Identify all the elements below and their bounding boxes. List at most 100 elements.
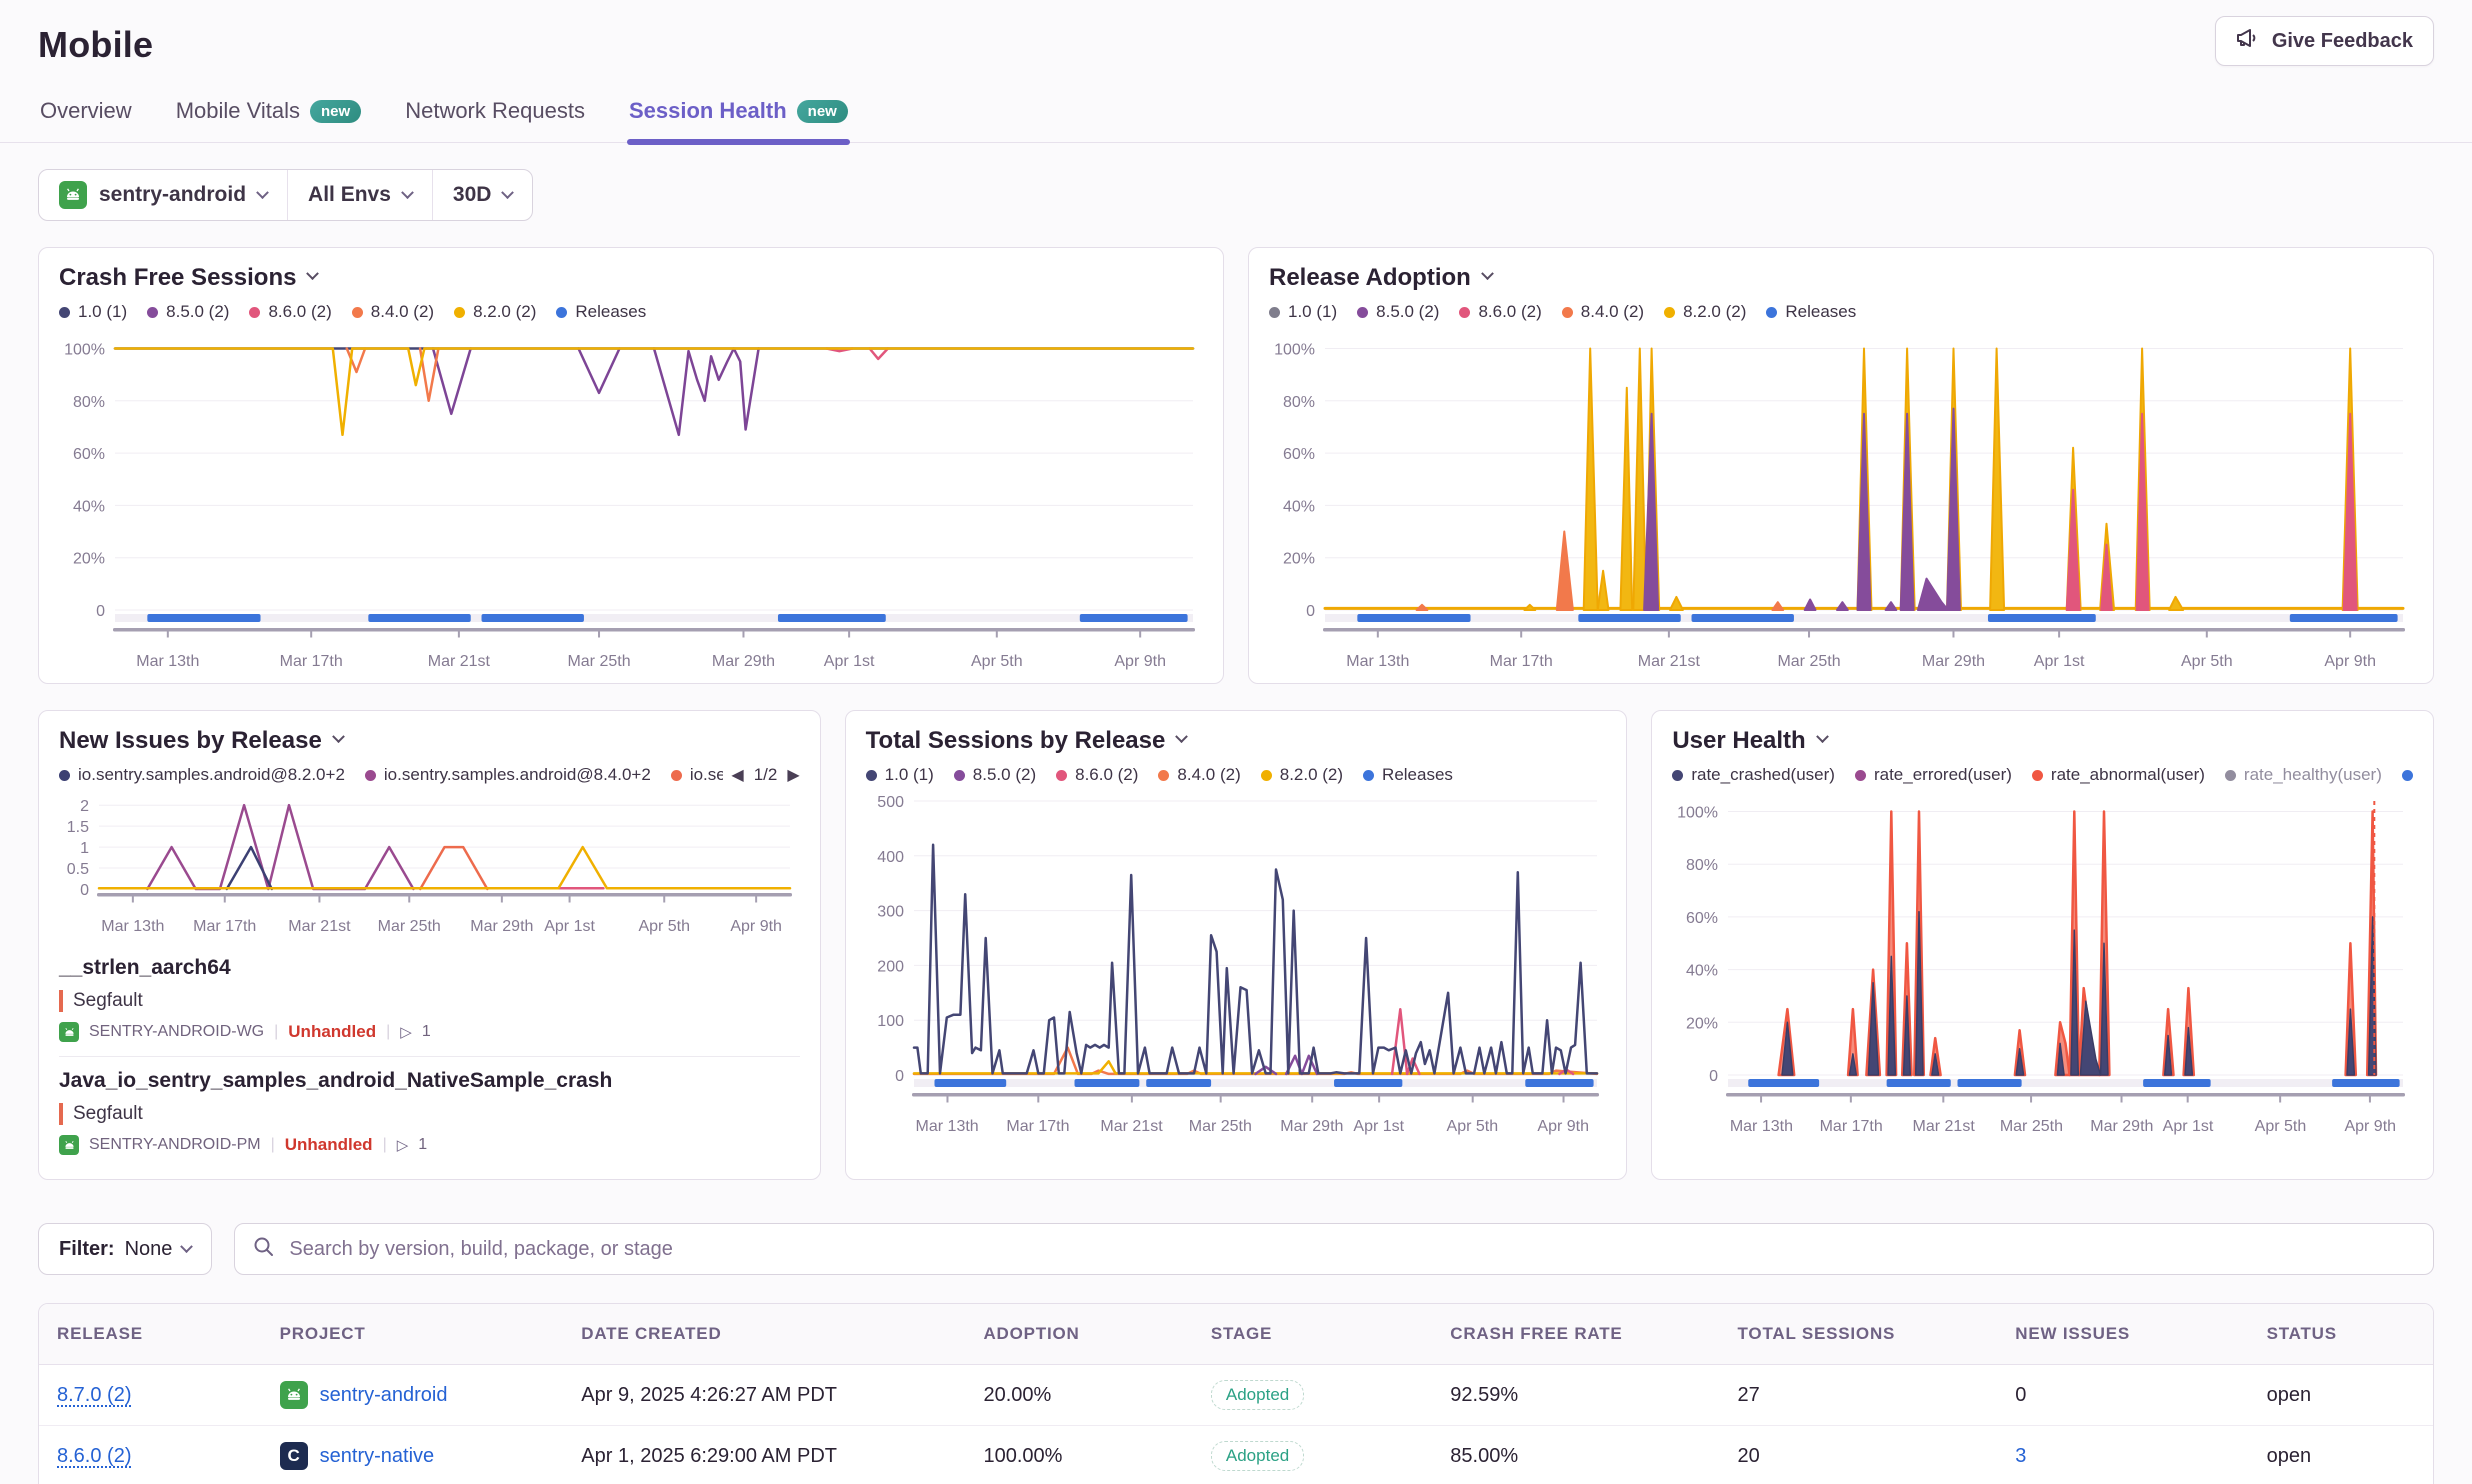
give-feedback-button[interactable]: Give Feedback [2215, 16, 2434, 66]
column-header-adoption[interactable]: ADOPTION [965, 1304, 1192, 1365]
release-bar[interactable] [934, 1079, 1006, 1087]
adoption-cell: 100.00% [965, 1426, 1192, 1484]
legend-item[interactable]: 8.4.0 (2) [1158, 765, 1240, 785]
release-bar[interactable] [2332, 1079, 2400, 1087]
tab-network-requests[interactable]: Network Requests [403, 88, 587, 142]
x-tick-label: Apr 1st [544, 918, 595, 936]
legend-item[interactable]: 8.6.0 (2) [1459, 302, 1541, 322]
pager-next-icon[interactable]: ▶ [787, 765, 799, 785]
table-filter-dropdown[interactable]: Filter: None [38, 1223, 212, 1275]
total-sessions-chart[interactable]: 5004003002001000 [866, 793, 1607, 1114]
release-bar[interactable] [1887, 1079, 1951, 1087]
release-adoption-chart[interactable]: 100%80%60%40%20%0 [1269, 330, 2413, 649]
legend-item[interactable]: 1.0 (1) [1269, 302, 1337, 322]
release-bar[interactable] [1958, 1079, 2022, 1087]
release-bar[interactable] [1988, 614, 2096, 622]
crash-free-sessions-header[interactable]: Crash Free Sessions [59, 264, 1203, 292]
column-header-status[interactable]: STATUS [2249, 1304, 2433, 1365]
user-health-chart[interactable]: 100%80%60%40%20%0 [1672, 793, 2413, 1114]
new-issues-header[interactable]: New Issues by Release [59, 727, 800, 755]
release-bar[interactable] [1334, 1079, 1402, 1087]
project-link[interactable]: Csentry-native [280, 1442, 546, 1470]
legend-item[interactable]: rate_crashed(user) [1672, 765, 1835, 785]
svg-text:20%: 20% [73, 551, 105, 568]
issue-title[interactable]: Java_io_sentry_samples_android_NativeSam… [59, 1069, 800, 1093]
release-bar[interactable] [1080, 614, 1188, 622]
release-adoption-header[interactable]: Release Adoption [1269, 264, 2413, 292]
new-issues-link[interactable]: 3 [2015, 1445, 2026, 1467]
x-tick-label: Mar 21st [428, 653, 490, 671]
column-header-date-created[interactable]: DATE CREATED [563, 1304, 965, 1365]
legend-item[interactable]: 8.4.0 (2) [1562, 302, 1644, 322]
release-bar[interactable] [482, 614, 584, 622]
column-header-project[interactable]: PROJECT [262, 1304, 564, 1365]
issue-item[interactable]: __strlen_aarch64SegfaultSENTRY-ANDROID-W… [59, 944, 800, 1056]
legend-item[interactable]: 8.5.0 (2) [147, 302, 229, 322]
release-link[interactable]: 8.7.0 (2) [57, 1384, 131, 1406]
x-tick-label: Mar 17th [1006, 1118, 1069, 1136]
column-header-new-issues[interactable]: NEW ISSUES [1997, 1304, 2248, 1365]
legend-item[interactable]: 8.4.0 (2) [352, 302, 434, 322]
environment-filter-dropdown[interactable]: All Envs [287, 170, 432, 220]
tab-mobile-vitals[interactable]: Mobile Vitalsnew [174, 88, 364, 142]
column-header-release[interactable]: RELEASE [39, 1304, 262, 1365]
legend-label: 8.5.0 (2) [1376, 302, 1439, 322]
legend-item[interactable]: rate_errored(user) [1855, 765, 2012, 785]
tab-session-health[interactable]: Session Healthnew [627, 88, 850, 142]
legend-item[interactable]: 8.6.0 (2) [1056, 765, 1138, 785]
date-range-dropdown[interactable]: 30D [432, 170, 533, 220]
legend-item[interactable]: Releases [1363, 765, 1453, 785]
page-title: Mobile [38, 24, 2434, 66]
legend-item[interactable]: 8.2.0 (2) [454, 302, 536, 322]
legend-item[interactable]: Releases [2402, 765, 2413, 785]
legend-item[interactable]: rate_healthy(user) [2225, 765, 2382, 785]
chevron-down-icon [1175, 730, 1188, 743]
project-link[interactable]: sentry-android [280, 1381, 546, 1409]
legend-item[interactable]: 1.0 (1) [59, 302, 127, 322]
release-bar[interactable] [1074, 1079, 1139, 1087]
crash-free-sessions-chart[interactable]: 100%80%60%40%20%0 [59, 330, 1203, 649]
release-bar[interactable] [1357, 614, 1470, 622]
legend-item[interactable]: 1.0 (1) [866, 765, 934, 785]
legend-item[interactable]: rate_abnormal(user) [2032, 765, 2205, 785]
release-bar[interactable] [778, 614, 886, 622]
release-bar[interactable] [2290, 614, 2398, 622]
release-bar[interactable] [1146, 1079, 1211, 1087]
total-sessions-header[interactable]: Total Sessions by Release [866, 727, 1607, 755]
release-link[interactable]: 8.6.0 (2) [57, 1445, 131, 1467]
legend-item[interactable]: io.sentry.samples.android@8.2.0+2 [59, 765, 345, 785]
pager-prev-icon[interactable]: ◀ [731, 765, 743, 785]
legend-item[interactable]: Releases [1766, 302, 1856, 322]
release-bar[interactable] [1692, 614, 1794, 622]
legend-item[interactable]: 8.6.0 (2) [249, 302, 331, 322]
legend-label: 1.0 (1) [1288, 302, 1337, 322]
new-issues-chart[interactable]: 21.510.50 [59, 793, 800, 914]
legend-item[interactable]: Releases [556, 302, 646, 322]
legend-label: 1.0 (1) [885, 765, 934, 785]
issue-item[interactable]: Java_io_sentry_samples_android_NativeSam… [59, 1056, 800, 1169]
column-header-crash-free-rate[interactable]: CRASH FREE RATE [1432, 1304, 1719, 1365]
x-tick-label: Mar 13th [1346, 653, 1409, 671]
release-bar[interactable] [1749, 1079, 1820, 1087]
release-bar[interactable] [2143, 1079, 2211, 1087]
search-input[interactable] [289, 1238, 2415, 1261]
legend-item[interactable]: 8.5.0 (2) [1357, 302, 1439, 322]
project-filter-dropdown[interactable]: sentry-android [39, 170, 287, 220]
release-bar[interactable] [1578, 614, 1680, 622]
legend-item[interactable]: 8.2.0 (2) [1261, 765, 1343, 785]
issue-title[interactable]: __strlen_aarch64 [59, 956, 800, 980]
column-header-stage[interactable]: STAGE [1193, 1304, 1432, 1365]
release-bar[interactable] [147, 614, 260, 622]
legend-item[interactable]: io.sentry.samples.android@8.4.0+2 [365, 765, 651, 785]
column-header-total-sessions[interactable]: TOTAL SESSIONS [1720, 1304, 1998, 1365]
svg-text:1.5: 1.5 [67, 819, 89, 836]
legend-item[interactable]: 8.5.0 (2) [954, 765, 1036, 785]
release-bar[interactable] [368, 614, 470, 622]
legend-dot-icon [365, 770, 376, 781]
tab-overview[interactable]: Overview [38, 88, 134, 142]
x-tick-label: Mar 21st [1100, 1118, 1162, 1136]
release-bar[interactable] [1525, 1079, 1593, 1087]
user-health-header[interactable]: User Health [1672, 727, 2413, 755]
legend-item[interactable]: io.sentry.samp [671, 765, 724, 785]
legend-item[interactable]: 8.2.0 (2) [1664, 302, 1746, 322]
